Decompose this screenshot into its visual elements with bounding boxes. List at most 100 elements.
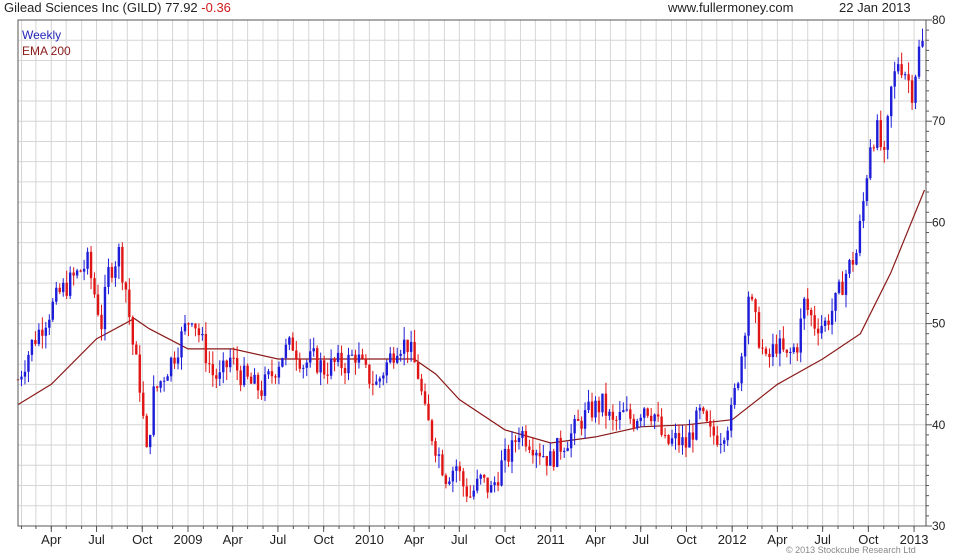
candle-body: [110, 266, 114, 278]
candle-body: [883, 147, 886, 150]
candle-body: [510, 440, 514, 462]
candle-body: [587, 401, 590, 411]
candle-body: [900, 64, 903, 76]
chart-title: Gilead Sciences Inc (GILD) 77.92 -0.36: [4, 0, 231, 15]
x-tick-label: Apr: [223, 532, 244, 547]
candle-body: [288, 337, 291, 345]
candle-body: [632, 418, 635, 429]
candle-body: [427, 403, 430, 421]
candle-body: [688, 432, 691, 448]
candle-body: [869, 147, 872, 179]
candle-body: [538, 452, 542, 457]
candle-body: [816, 328, 820, 334]
y-tick-label: 30: [932, 519, 946, 533]
candle-body: [152, 386, 155, 435]
candle-body: [639, 417, 642, 421]
candle-body: [86, 251, 89, 269]
candle-body: [295, 350, 298, 360]
candle-body: [281, 358, 284, 367]
candle-body: [754, 299, 757, 313]
candle-body: [30, 340, 34, 355]
candle-body: [312, 348, 315, 352]
candle-body: [615, 419, 618, 421]
candle-body: [420, 378, 423, 392]
candle-body: [782, 338, 785, 350]
candle-body: [740, 356, 743, 384]
candle-body: [340, 352, 343, 369]
candle-body: [761, 347, 764, 349]
candle-body: [249, 376, 253, 384]
source-url: www.fullermoney.com: [668, 0, 794, 15]
candle-body: [416, 362, 420, 379]
candle-body: [322, 360, 326, 375]
candle-body: [357, 354, 361, 363]
candle-body: [643, 408, 646, 418]
candle-body: [162, 380, 166, 382]
legend-weekly: Weekly: [22, 28, 62, 42]
candle-body: [830, 310, 834, 325]
candle-body: [194, 323, 197, 329]
candle-body: [545, 455, 548, 466]
candle-body: [41, 329, 44, 336]
candle-body: [636, 420, 639, 429]
y-tick-label: 60: [932, 215, 946, 229]
candle-body: [302, 367, 305, 369]
candle-body: [107, 266, 110, 287]
candle-body: [893, 71, 896, 87]
candle-body: [667, 435, 670, 444]
candle-body: [44, 327, 48, 336]
candle-body: [62, 282, 65, 293]
candle-body: [176, 357, 180, 364]
candle-body: [719, 443, 722, 445]
candle-body: [361, 354, 364, 359]
candle-body: [806, 298, 809, 310]
candle-body: [862, 201, 865, 221]
candle-body: [239, 370, 242, 386]
candle-body: [385, 362, 388, 376]
candle-body: [834, 292, 837, 311]
candle-body: [837, 281, 841, 293]
candle-body: [204, 333, 208, 364]
candle-body: [482, 474, 486, 478]
price-change: -0.36: [201, 0, 231, 15]
candle-body: [604, 393, 608, 416]
candle-body: [159, 381, 162, 388]
x-tick-label: Apr: [585, 532, 606, 547]
candle-body: [684, 437, 688, 448]
y-tick-label: 40: [932, 418, 946, 432]
candle-body: [809, 309, 813, 316]
candle-body: [517, 437, 521, 443]
candle-body: [625, 409, 629, 411]
candle-body: [229, 357, 232, 368]
candle-body: [218, 372, 221, 379]
candle-body: [479, 474, 482, 479]
candle-body: [215, 375, 218, 379]
candle-body: [531, 449, 535, 456]
x-tick-label: 2010: [355, 532, 384, 547]
x-axis: Apr Jul Oct 2009 Apr Jul Oct 2010 Apr Jul Oct 2011 A…: [20, 526, 929, 547]
candle-body: [114, 266, 117, 278]
candle-body: [34, 340, 37, 344]
candle-body: [23, 371, 27, 377]
candle-body: [260, 390, 263, 396]
candle-body: [183, 323, 187, 332]
candle-body: [173, 357, 176, 364]
x-tick-label: Oct: [132, 532, 153, 547]
candle-body: [771, 344, 775, 358]
candle-body: [180, 331, 183, 358]
candle-body: [27, 354, 30, 372]
candle-body: [396, 355, 399, 363]
candle-body: [37, 329, 41, 344]
x-tick-label: Jul: [88, 532, 105, 547]
candle-body: [851, 260, 855, 265]
x-tick-label: 2009: [174, 532, 203, 547]
candle-body: [733, 388, 736, 405]
candle-body: [705, 411, 709, 421]
title-text: Gilead Sciences Inc (GILD) 77.92: [4, 0, 198, 15]
candle-body: [813, 315, 816, 329]
candle-body: [768, 353, 771, 358]
candle-body: [764, 348, 768, 354]
x-tick-label: Jul: [451, 532, 468, 547]
candle-body: [68, 272, 72, 296]
y-axis: 30 40 50 60 70 80: [926, 13, 946, 533]
